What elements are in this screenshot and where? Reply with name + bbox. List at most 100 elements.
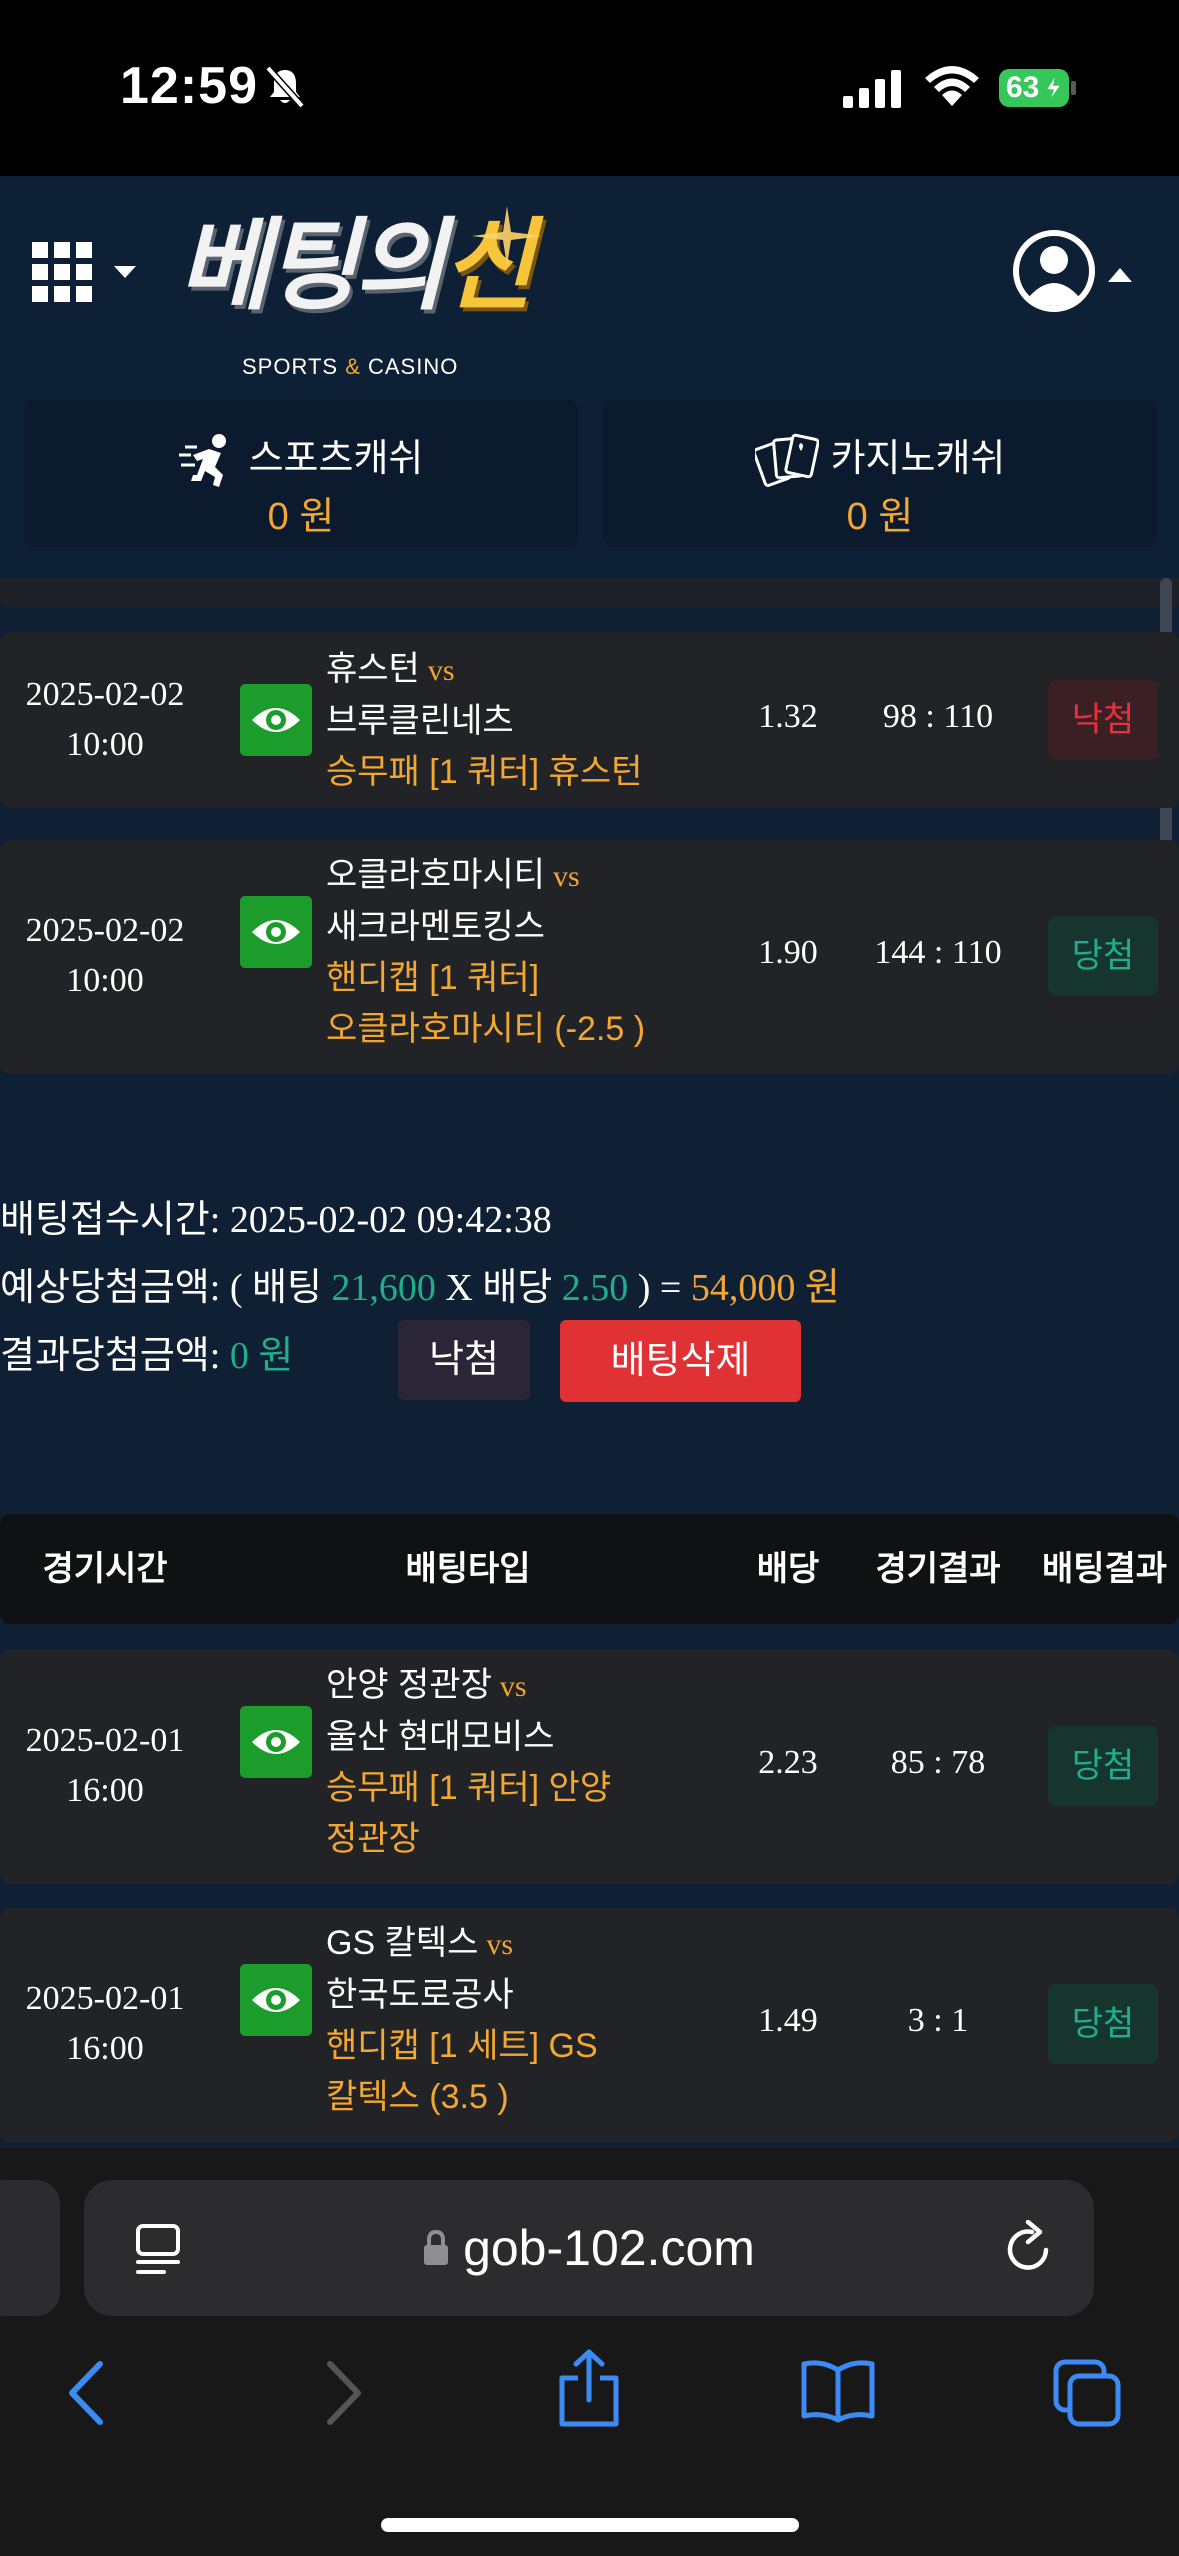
odds: 1.90 (758, 934, 818, 971)
bell-muted-icon (265, 65, 305, 109)
bet-row: 2025-02-01 16:00 안양 정관장 vs 울산 현대모비스 승무패 [… (0, 1650, 1179, 1884)
cellular-signal-icon (843, 70, 901, 108)
bet-history-content[interactable]: 2025-02-02 10:00 휴스턴 vs 브루클린네츠 승무패 [1 쿼터]… (0, 578, 1179, 2148)
bet-type-continued: 정관장 (326, 1820, 420, 1858)
home-indicator (381, 2518, 799, 2532)
url-display[interactable]: gob-102.com (84, 2180, 1094, 2316)
vs-label: vs (552, 860, 580, 893)
bet-type: 승무패 [1 쿼터] 안양 (326, 1769, 612, 1807)
delete-bet-button[interactable]: 배팅삭제 (560, 1320, 801, 1402)
total-odds: 2.50 (561, 1267, 629, 1309)
expected-close: ) = (637, 1267, 682, 1309)
eye-icon (252, 1730, 300, 1754)
eye-icon (252, 920, 300, 944)
bet-amount: 21,600 (331, 1267, 436, 1309)
site-logo[interactable]: 베팅의신 SPORTS & CASINO (172, 206, 582, 379)
logo-sub-sports: SPORTS (242, 354, 339, 379)
match-info: 안양 정관장 vs 울산 현대모비스 승무패 [1 쿼터] 안양 정관장 (326, 1660, 706, 1865)
lose-status-button[interactable]: 낙첨 (398, 1320, 530, 1400)
vs-label: vs (499, 1670, 527, 1703)
result-win-label: 결과당첨금액: (0, 1335, 221, 1377)
view-details-button[interactable] (240, 1706, 312, 1778)
home-team: 휴스턴 (326, 650, 420, 688)
odds: 2.23 (758, 1744, 818, 1781)
forward-icon[interactable] (318, 2358, 366, 2428)
battery-level: 63 (1006, 71, 1040, 104)
logo-title-white: 베팅의 (178, 210, 446, 322)
bet-type: 핸디캡 [1 세트] GS (326, 2027, 598, 2065)
vs-label: vs (427, 654, 455, 687)
bet-type-continued: 오클라호마시티 (-2.5 ) (326, 1010, 646, 1048)
app-header: 베팅의신 SPORTS & CASINO (0, 176, 1179, 391)
cash-area: 스포츠캐쉬 0 원 카지노캐쉬 0 원 (0, 391, 1179, 578)
previous-row-edge (0, 578, 1179, 608)
expected-mid: X 배당 (445, 1267, 553, 1309)
grid-menu-icon[interactable] (32, 242, 142, 312)
row-date-time: 16:00 (66, 1772, 144, 1809)
playing-cards-icon (752, 433, 820, 487)
row-date-time: 16:00 (66, 2030, 144, 2067)
battery-indicator: 63 (998, 68, 1078, 108)
logo-sub-amp: & (345, 354, 361, 379)
bet-type: 핸디캡 [1 쿼터] (326, 959, 540, 997)
view-details-button[interactable] (240, 896, 312, 968)
user-account-icon[interactable] (1012, 226, 1142, 316)
logo-sub-casino: CASINO (368, 354, 459, 379)
sports-cash-value: 0 원 (267, 496, 335, 538)
share-icon[interactable] (556, 2348, 622, 2428)
bet-type: 승무패 [1 쿼터] 휴스턴 (326, 753, 643, 791)
reload-icon[interactable] (1002, 2220, 1056, 2276)
away-team: 새크라멘토킹스 (326, 908, 545, 946)
score: 98 : 110 (882, 698, 994, 735)
expected-win-label: 예상당첨금액: (0, 1267, 221, 1309)
eye-icon (252, 708, 300, 732)
lock-icon (424, 2229, 449, 2265)
logo-subtitle: SPORTS & CASINO (242, 354, 458, 380)
away-team: 울산 현대모비스 (326, 1718, 555, 1756)
match-info: 오클라호마시티 vs 새크라멘토킹스 핸디캡 [1 쿼터] 오클라호마시티 (-2… (326, 850, 706, 1055)
sports-cash-box[interactable]: 스포츠캐쉬 0 원 (24, 399, 578, 547)
back-icon[interactable] (64, 2358, 112, 2428)
sparkle-icon (472, 206, 542, 266)
row-date-day: 2025-02-02 (25, 912, 185, 949)
row-date-day: 2025-02-01 (25, 1722, 185, 1759)
bookmarks-icon[interactable] (800, 2358, 876, 2424)
odds: 1.49 (758, 2002, 818, 2039)
col-header-type: 배팅타입 (405, 1550, 531, 1588)
wifi-icon (925, 66, 979, 106)
expected-total: 54,000 원 (690, 1267, 840, 1309)
bet-row: 2025-02-02 10:00 휴스턴 vs 브루클린네츠 승무패 [1 쿼터]… (0, 632, 1179, 808)
address-bar[interactable]: gob-102.com (84, 2180, 1094, 2316)
bet-type-continued: 칼텍스 (3.5 ) (326, 2078, 509, 2116)
table-header: 경기시간 배팅타입 배당 경기결과 배팅결과 (0, 1514, 1179, 1624)
home-team: 오클라호마시티 (326, 856, 545, 894)
odds: 1.32 (758, 698, 818, 735)
vs-label: vs (486, 1928, 514, 1961)
match-info: 휴스턴 vs 브루클린네츠 승무패 [1 쿼터] 휴스턴 (326, 644, 706, 798)
view-details-button[interactable] (240, 684, 312, 756)
col-header-time: 경기시간 (42, 1550, 168, 1588)
row-date-day: 2025-02-02 (25, 676, 185, 713)
bet-time-value: 2025-02-02 09:42:38 (229, 1199, 552, 1241)
casino-cash-box[interactable]: 카지노캐쉬 0 원 (603, 399, 1157, 547)
bet-row: 2025-02-01 16:00 GS 칼텍스 vs 한국도로공사 핸디캡 [1 … (0, 1908, 1179, 2142)
row-date-day: 2025-02-01 (25, 1980, 185, 2017)
bet-time-label: 배팅접수시간: (0, 1199, 221, 1241)
match-info: GS 칼텍스 vs 한국도로공사 핸디캡 [1 세트] GS 칼텍스 (3.5 ) (326, 1918, 706, 2123)
expected-win-line: 예상당첨금액: ( 배팅 21,600 X 배당 2.50 ) = 54,000… (0, 1256, 840, 1311)
tabs-icon[interactable] (1052, 2358, 1124, 2428)
away-team: 한국도로공사 (326, 1976, 514, 2014)
home-team: GS 칼텍스 (326, 1924, 479, 1962)
score: 3 : 1 (907, 2002, 969, 2039)
row-date: 2025-02-02 10:00 (0, 906, 210, 1006)
view-details-button[interactable] (240, 1964, 312, 2036)
url-text: gob-102.com (463, 2220, 755, 2276)
row-date: 2025-02-02 10:00 (0, 670, 210, 770)
previous-tab-preview[interactable] (0, 2180, 60, 2316)
away-team: 브루클린네츠 (326, 702, 514, 740)
home-team: 안양 정관장 (326, 1666, 492, 1704)
score: 144 : 110 (874, 934, 1002, 971)
browser-toolbar: gob-102.com (0, 2148, 1179, 2556)
casino-cash-value: 0 원 (846, 496, 914, 538)
col-header-result: 배팅결과 (1041, 1550, 1168, 1588)
